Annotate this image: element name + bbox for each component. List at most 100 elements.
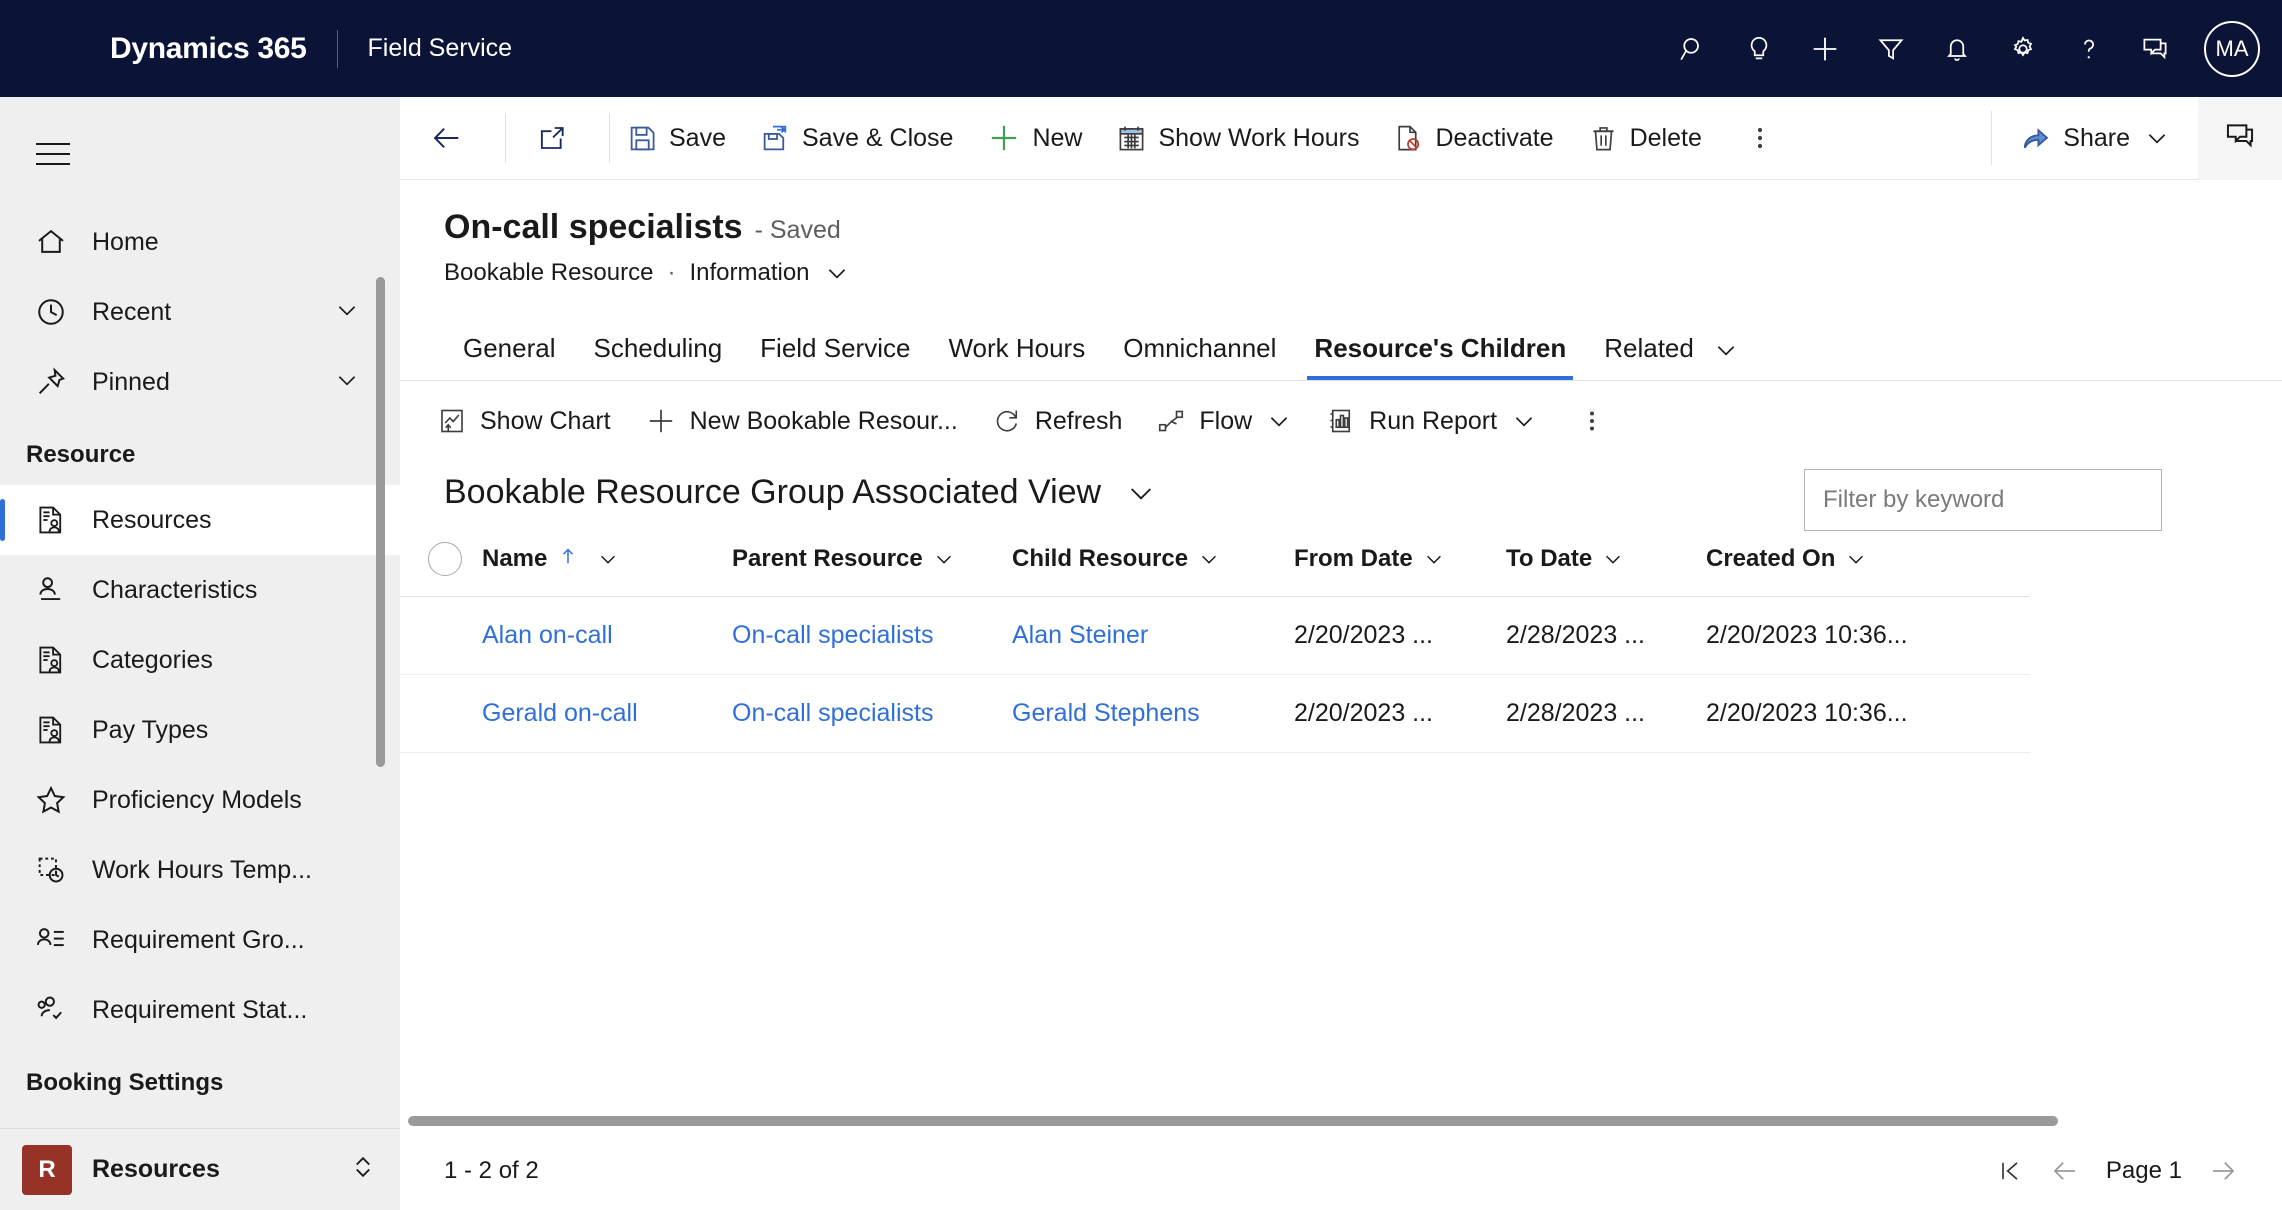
question-icon[interactable] bbox=[2056, 16, 2122, 82]
cell-name[interactable]: Alan on-call bbox=[482, 596, 732, 675]
sidebar-item-recent[interactable]: Recent bbox=[0, 277, 400, 347]
chevron-down-icon[interactable] bbox=[1266, 408, 1292, 434]
deactivate-label: Deactivate bbox=[1435, 123, 1554, 152]
sidebar-item-pay-types[interactable]: Pay Types bbox=[0, 695, 400, 765]
sidebar-item-resources[interactable]: Resources bbox=[0, 485, 400, 555]
save-and-close-button[interactable]: Save & Close bbox=[743, 97, 970, 180]
view-selector-chevron-down-icon[interactable] bbox=[1125, 477, 1157, 509]
grid-horizontal-scrollbar[interactable] bbox=[408, 1116, 2058, 1126]
tab-omnichannel[interactable]: Omnichannel bbox=[1104, 333, 1295, 380]
sidebar-scrollbar[interactable] bbox=[376, 277, 385, 767]
tab-related[interactable]: Related bbox=[1585, 333, 1758, 380]
chevron-down-icon[interactable] bbox=[824, 260, 850, 286]
delete-button[interactable]: Delete bbox=[1571, 97, 1719, 180]
avatar[interactable]: MA bbox=[2204, 20, 2260, 77]
bell-icon[interactable] bbox=[1924, 16, 1990, 82]
sidebar-item-categories[interactable]: Categories bbox=[0, 625, 400, 695]
tab-resources-children[interactable]: Resource's Children bbox=[1295, 333, 1585, 380]
plus-icon[interactable] bbox=[1792, 16, 1858, 82]
chevron-down-icon[interactable] bbox=[597, 548, 619, 570]
record-link[interactable]: Alan Steiner bbox=[1012, 621, 1148, 649]
sidebar-item-proficiency-models[interactable]: Proficiency Models bbox=[0, 765, 400, 835]
tab-field-service[interactable]: Field Service bbox=[741, 333, 929, 380]
cell-name[interactable]: Gerald on-call bbox=[482, 674, 732, 753]
filter-icon[interactable] bbox=[1858, 16, 1924, 82]
column-header-parent-resource[interactable]: Parent Resource bbox=[732, 524, 1012, 597]
tab-work-hours[interactable]: Work Hours bbox=[929, 333, 1104, 380]
chevron-down-icon[interactable] bbox=[1423, 548, 1445, 570]
hamburger-menu-icon[interactable] bbox=[14, 115, 92, 193]
lightbulb-icon[interactable] bbox=[1726, 16, 1792, 82]
chevron-down-icon[interactable] bbox=[933, 548, 955, 570]
column-header-from-date[interactable]: From Date bbox=[1294, 524, 1506, 597]
cell-parent-resource[interactable]: On-call specialists bbox=[732, 596, 1012, 675]
filter-by-keyword-box[interactable] bbox=[1804, 469, 2162, 531]
sidebar-group-booking-settings: Booking Settings bbox=[26, 1069, 224, 1096]
flow-button[interactable]: Flow bbox=[1139, 388, 1309, 454]
people-check-icon bbox=[26, 990, 76, 1030]
updown-chevron-icon[interactable] bbox=[348, 1152, 378, 1187]
table-row[interactable]: Alan on-call On-call specialists Alan St… bbox=[400, 596, 2030, 675]
cell-child-resource[interactable]: Gerald Stephens bbox=[1012, 674, 1294, 753]
column-header-child-resource[interactable]: Child Resource bbox=[1012, 524, 1294, 597]
next-page-icon[interactable] bbox=[2208, 1156, 2238, 1186]
search-input[interactable] bbox=[1823, 486, 2143, 514]
run-report-button[interactable]: Run Report bbox=[1309, 388, 1554, 454]
chevron-down-icon[interactable] bbox=[334, 297, 360, 328]
sidebar-item-requirement-status[interactable]: Requirement Stat... bbox=[0, 975, 400, 1045]
select-all-checkbox[interactable] bbox=[428, 542, 462, 576]
tab-general[interactable]: General bbox=[444, 333, 575, 380]
sidebar-item-work-hours-templates[interactable]: Work Hours Temp... bbox=[0, 835, 400, 905]
save-button[interactable]: Save bbox=[610, 97, 743, 180]
chevron-down-icon[interactable] bbox=[1845, 548, 1867, 570]
record-link[interactable]: Gerald on-call bbox=[482, 699, 638, 727]
cell-parent-resource[interactable]: On-call specialists bbox=[732, 674, 1012, 753]
assistant-panel-button[interactable] bbox=[2198, 96, 2282, 180]
chevron-down-icon[interactable] bbox=[1602, 548, 1624, 570]
new-bookable-resource-button[interactable]: New Bookable Resour... bbox=[628, 388, 975, 454]
gear-icon[interactable] bbox=[1990, 16, 2056, 82]
sidebar-item-pinned[interactable]: Pinned bbox=[0, 347, 400, 417]
back-arrow-icon bbox=[430, 121, 464, 155]
show-chart-button[interactable]: Show Chart bbox=[420, 388, 628, 454]
cell-child-resource[interactable]: Alan Steiner bbox=[1012, 596, 1294, 675]
table-row[interactable]: Gerald on-call On-call specialists Geral… bbox=[400, 674, 2030, 753]
row-select-cell[interactable] bbox=[400, 596, 482, 675]
back-button[interactable] bbox=[400, 97, 505, 180]
sidebar-item-characteristics[interactable]: Characteristics bbox=[0, 555, 400, 625]
record-header: On-call specialists - Saved Bookable Res… bbox=[400, 180, 2282, 287]
deactivate-button[interactable]: Deactivate bbox=[1376, 97, 1570, 180]
area-switcher[interactable]: R Resources bbox=[0, 1128, 400, 1210]
new-button[interactable]: New bbox=[970, 97, 1099, 180]
first-page-icon[interactable] bbox=[1996, 1157, 2024, 1185]
search-icon[interactable] bbox=[1660, 16, 1726, 82]
record-link[interactable]: On-call specialists bbox=[732, 699, 933, 727]
feedback-icon[interactable] bbox=[2122, 16, 2188, 82]
column-label: From Date bbox=[1294, 545, 1413, 572]
refresh-button[interactable]: Refresh bbox=[975, 388, 1140, 454]
row-select-cell[interactable] bbox=[400, 674, 482, 753]
record-link[interactable]: Gerald Stephens bbox=[1012, 699, 1200, 727]
new-label: New bbox=[1032, 123, 1083, 152]
column-header-name[interactable]: Name bbox=[482, 524, 732, 597]
chevron-down-icon[interactable] bbox=[2144, 125, 2170, 151]
chevron-down-icon[interactable] bbox=[1713, 337, 1739, 363]
chevron-down-icon[interactable] bbox=[1198, 548, 1220, 570]
sidebar-item-home[interactable]: Home bbox=[0, 207, 400, 277]
tab-label: Scheduling bbox=[593, 333, 723, 363]
open-in-new-window-button[interactable] bbox=[506, 97, 609, 180]
column-header-created-on[interactable]: Created On bbox=[1706, 524, 2030, 597]
tab-scheduling[interactable]: Scheduling bbox=[575, 333, 742, 380]
sidebar-item-requirement-groups[interactable]: Requirement Gro... bbox=[0, 905, 400, 975]
sidebar-item-label: Characteristics bbox=[92, 575, 258, 604]
show-work-hours-button[interactable]: Show Work Hours bbox=[1099, 97, 1376, 180]
chevron-down-icon[interactable] bbox=[334, 367, 360, 398]
column-header-to-date[interactable]: To Date bbox=[1506, 524, 1706, 597]
record-link[interactable]: Alan on-call bbox=[482, 621, 613, 649]
chevron-down-icon[interactable] bbox=[1511, 408, 1537, 434]
command-overflow-button[interactable] bbox=[1719, 97, 1801, 180]
previous-page-icon[interactable] bbox=[2050, 1156, 2080, 1186]
subgrid-overflow-button[interactable] bbox=[1554, 388, 1630, 454]
record-link[interactable]: On-call specialists bbox=[732, 621, 933, 649]
share-button[interactable]: Share bbox=[1992, 97, 2198, 180]
